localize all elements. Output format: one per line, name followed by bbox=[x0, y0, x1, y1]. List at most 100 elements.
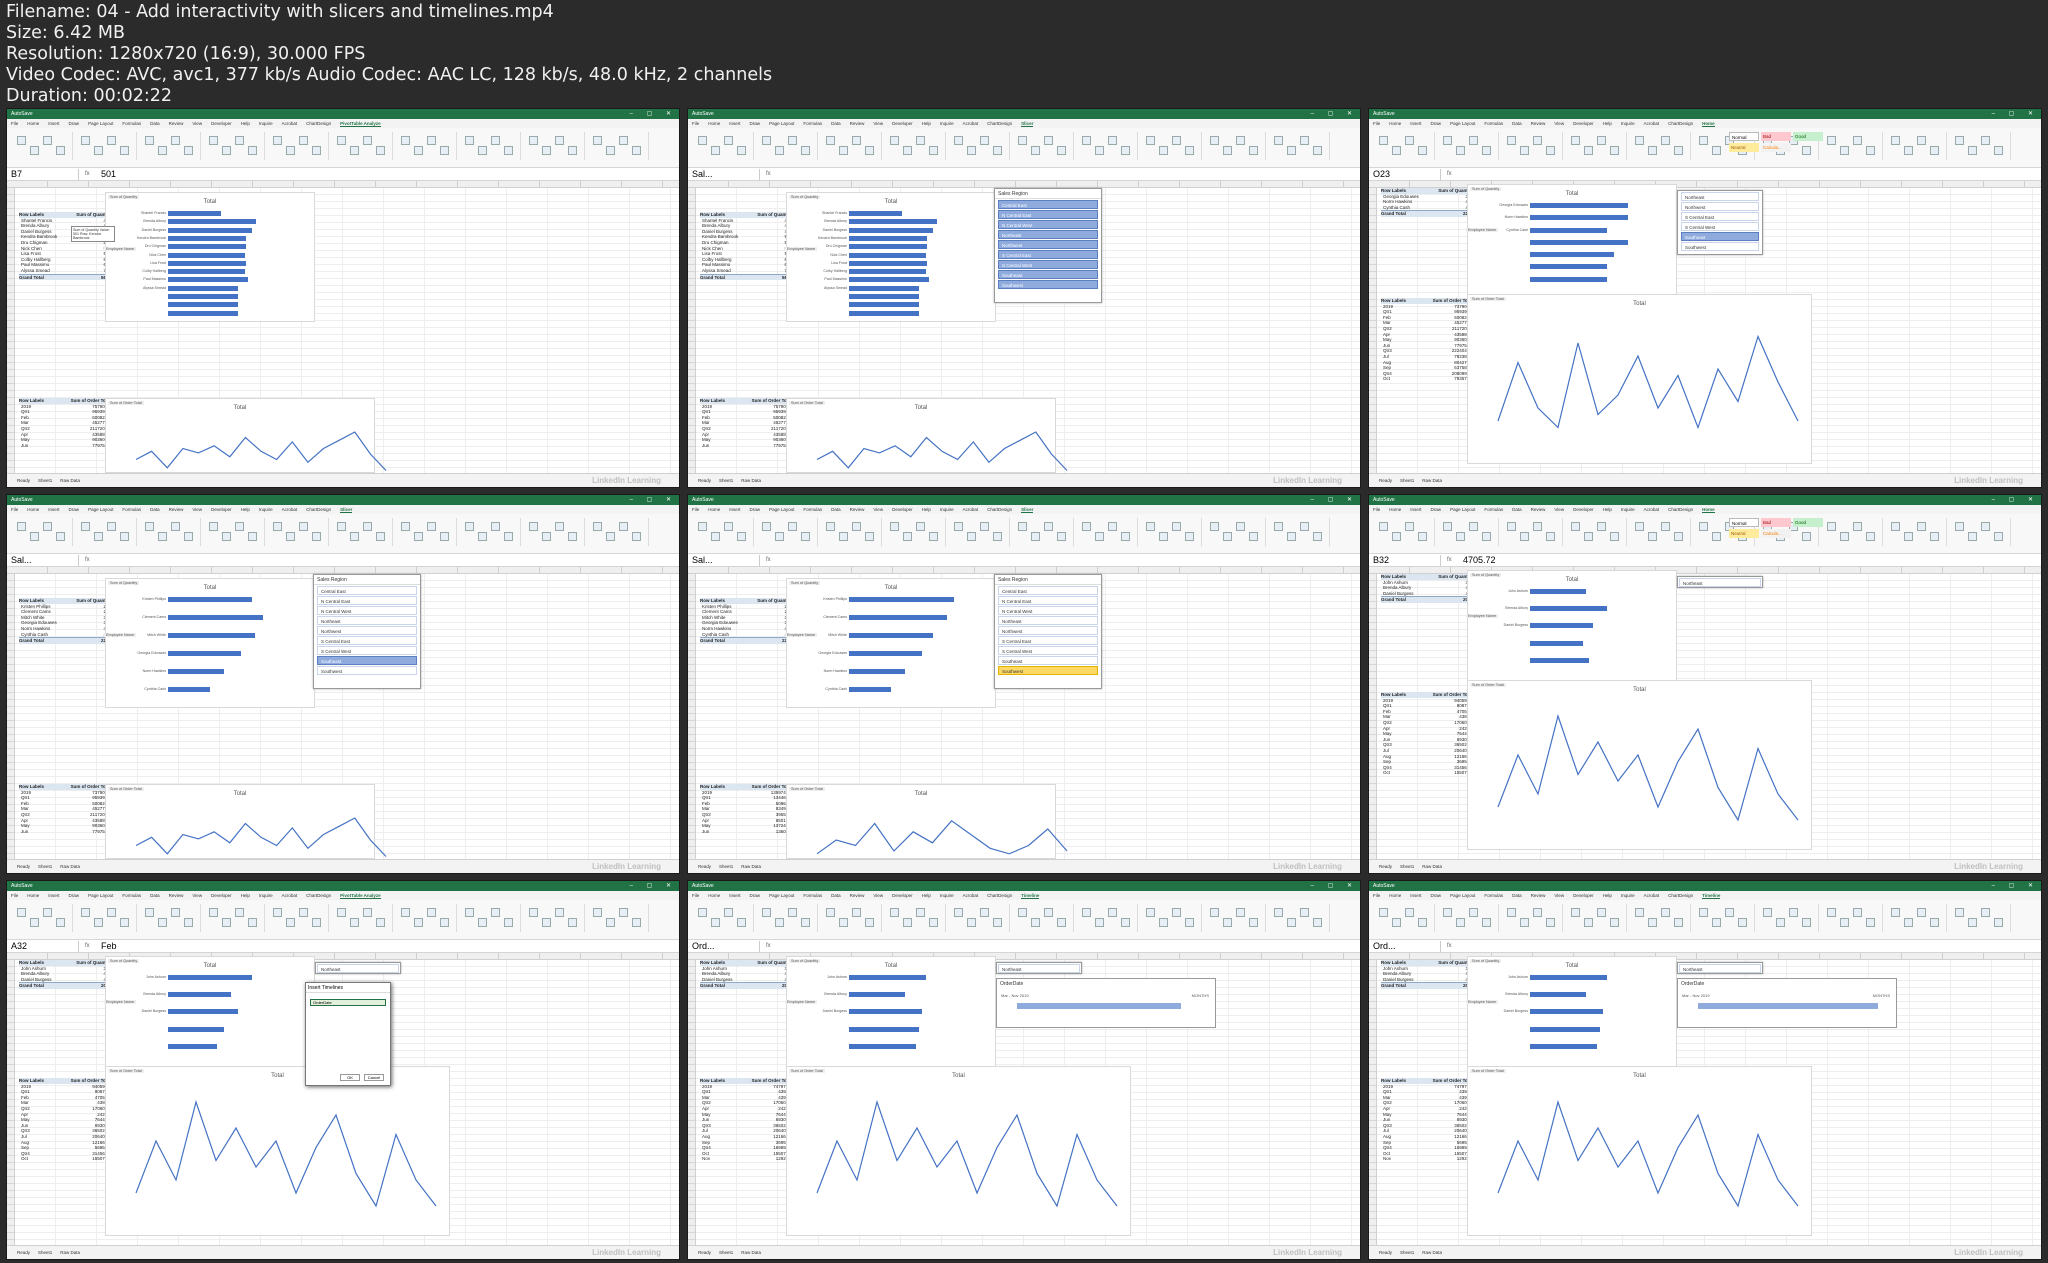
ribbon-button-icon[interactable] bbox=[929, 146, 938, 155]
ribbon-button-icon[interactable] bbox=[890, 522, 899, 531]
bar-mark[interactable] bbox=[168, 252, 245, 258]
bar-mark[interactable] bbox=[849, 285, 919, 291]
ribbon-button-icon[interactable] bbox=[1313, 918, 1322, 927]
ribbon-button-icon[interactable] bbox=[865, 918, 874, 927]
ribbon-button-icon[interactable] bbox=[1031, 532, 1040, 541]
timeline-selection-bar[interactable] bbox=[1017, 1003, 1181, 1009]
ribbon-button-icon[interactable] bbox=[737, 918, 746, 927]
tab-chart[interactable]: ChartDesign bbox=[987, 121, 1012, 126]
name-box[interactable]: Ord... bbox=[690, 941, 760, 952]
ribbon-button-icon[interactable] bbox=[1661, 908, 1670, 917]
bar-mark[interactable] bbox=[849, 651, 922, 656]
row-headers[interactable] bbox=[688, 960, 696, 1245]
ribbon-button-icon[interactable] bbox=[158, 532, 167, 541]
ribbon-button-icon[interactable] bbox=[993, 146, 1002, 155]
ribbon-button-icon[interactable] bbox=[1840, 146, 1849, 155]
bar-mark[interactable] bbox=[168, 992, 231, 998]
ribbon-button-icon[interactable] bbox=[145, 908, 154, 917]
slicer-item[interactable]: S Central West bbox=[1681, 222, 1759, 231]
ribbon-button-icon[interactable] bbox=[465, 136, 474, 145]
tab-insert[interactable]: Insert bbox=[1410, 893, 1421, 898]
tab-file[interactable]: File bbox=[692, 893, 699, 898]
ribbon-button-icon[interactable] bbox=[954, 908, 963, 917]
sheet-tab-raw-data[interactable]: Raw Data bbox=[741, 1250, 761, 1255]
tab-active-contextual[interactable]: Home bbox=[1702, 507, 1715, 513]
ribbon-button-icon[interactable] bbox=[606, 918, 615, 927]
line-series-total[interactable] bbox=[816, 1099, 1118, 1208]
pivot-table-order-total[interactable]: Row Labels Sum of Order Total 2019 737903.6… bbox=[19, 784, 111, 834]
tab-review[interactable]: Review bbox=[169, 121, 184, 126]
tab-view[interactable]: View bbox=[873, 121, 883, 126]
slicer-item[interactable]: S Central East bbox=[1681, 212, 1759, 221]
pivot-row[interactable]: Jun 13604.5 bbox=[700, 829, 792, 835]
tab-chart[interactable]: ChartDesign bbox=[1668, 121, 1693, 126]
ribbon-button-icon[interactable] bbox=[1968, 146, 1977, 155]
ribbon-button-icon[interactable] bbox=[1313, 532, 1322, 541]
ribbon-button-icon[interactable] bbox=[737, 532, 746, 541]
ribbon-button-icon[interactable] bbox=[788, 136, 797, 145]
ribbon-button-icon[interactable] bbox=[632, 146, 641, 155]
window-controls[interactable]: – ▢ ✕ bbox=[1311, 109, 1358, 119]
ribbon-button-icon[interactable] bbox=[248, 532, 257, 541]
ribbon-button-icon[interactable] bbox=[1172, 522, 1181, 531]
tab-acrobat[interactable]: Acrobat bbox=[963, 121, 979, 126]
autosave-label[interactable]: AutoSave bbox=[692, 883, 714, 889]
ribbon-button-icon[interactable] bbox=[1853, 908, 1862, 917]
tab-formulas[interactable]: Formulas bbox=[803, 507, 822, 512]
sheet-tab-raw-data[interactable]: Raw Data bbox=[741, 864, 761, 869]
ribbon-button-icon[interactable] bbox=[1456, 918, 1465, 927]
tab-view[interactable]: View bbox=[192, 893, 202, 898]
ribbon-button-icon[interactable] bbox=[286, 532, 295, 541]
tab-file[interactable]: File bbox=[692, 507, 699, 512]
line-chart-total[interactable]: Sum of Order Total Total bbox=[786, 1066, 1131, 1236]
tab-active-contextual[interactable]: PivotTable Analyze bbox=[340, 893, 381, 899]
ribbon-button-icon[interactable] bbox=[954, 136, 963, 145]
ribbon-button-icon[interactable] bbox=[1648, 918, 1657, 927]
ribbon-button-icon[interactable] bbox=[698, 908, 707, 917]
tab-home[interactable]: Home bbox=[1389, 893, 1401, 898]
window-controls[interactable]: – ▢ ✕ bbox=[1311, 495, 1358, 505]
tab-review[interactable]: Review bbox=[1531, 121, 1546, 126]
ribbon-button-icon[interactable] bbox=[1405, 136, 1414, 145]
tab-formulas[interactable]: Formulas bbox=[122, 893, 141, 898]
ribbon-button-icon[interactable] bbox=[698, 136, 707, 145]
bar-mark[interactable] bbox=[849, 1009, 922, 1015]
ribbon-button-icon[interactable] bbox=[350, 918, 359, 927]
ribbon-button-icon[interactable] bbox=[1917, 136, 1926, 145]
bar-chart-total[interactable]: Sum of Quantity Total Kristen Phillips Clem… bbox=[104, 578, 315, 708]
tab-active-contextual[interactable]: Home bbox=[1702, 121, 1715, 127]
fx-icon[interactable]: fx bbox=[1447, 168, 1452, 181]
line-chart-total[interactable]: Sum of Order Total Total bbox=[1467, 1066, 1812, 1236]
pivot-table-order-total[interactable]: Row Labels Sum of Order Total 2019 94059.87… bbox=[1381, 692, 1473, 776]
pivot-table-order-total[interactable]: Row Labels Sum of Order Total 2019 94059.87… bbox=[19, 1078, 111, 1162]
ribbon-button-icon[interactable] bbox=[158, 918, 167, 927]
ribbon-button-icon[interactable] bbox=[504, 918, 513, 927]
ribbon-button-icon[interactable] bbox=[1108, 522, 1117, 531]
tab-help[interactable]: Help bbox=[1603, 893, 1612, 898]
ribbon-button-icon[interactable] bbox=[17, 522, 26, 531]
tab-view[interactable]: View bbox=[1554, 121, 1564, 126]
tab-acrobat[interactable]: Acrobat bbox=[282, 893, 298, 898]
ribbon-button-icon[interactable] bbox=[337, 908, 346, 917]
pivot-table-order-total[interactable]: Row Labels Sum of Order Total 2019 74797.29… bbox=[700, 1078, 792, 1162]
tab-review[interactable]: Review bbox=[169, 893, 184, 898]
ribbon-button-icon[interactable] bbox=[529, 522, 538, 531]
tab-insert[interactable]: Insert bbox=[48, 507, 59, 512]
style-bad[interactable]: Bad bbox=[1761, 132, 1791, 141]
pivot-table-order-total[interactable]: Row Labels Sum of Order Total 2019 135974.4… bbox=[700, 784, 792, 834]
bar-mark[interactable] bbox=[849, 1043, 916, 1049]
ribbon-button-icon[interactable] bbox=[1082, 136, 1091, 145]
bar-mark[interactable] bbox=[1530, 203, 1628, 208]
autosave-label[interactable]: AutoSave bbox=[692, 497, 714, 503]
slicer-item[interactable]: S Central East bbox=[998, 636, 1098, 645]
ribbon-button-icon[interactable] bbox=[107, 522, 116, 531]
line-series-total[interactable] bbox=[1497, 713, 1799, 822]
ribbon-button-icon[interactable] bbox=[593, 908, 602, 917]
slicer-item[interactable]: N Central East bbox=[998, 596, 1098, 605]
slicer-item[interactable]: S Central West bbox=[998, 646, 1098, 655]
ribbon-button-icon[interactable] bbox=[376, 918, 385, 927]
name-box[interactable]: Sal... bbox=[690, 555, 760, 566]
slicer-item[interactable]: N Central West bbox=[317, 606, 417, 615]
ribbon-button-icon[interactable] bbox=[1597, 522, 1606, 531]
line-chart-total[interactable]: Sum of Order Total Total bbox=[1467, 294, 1812, 464]
